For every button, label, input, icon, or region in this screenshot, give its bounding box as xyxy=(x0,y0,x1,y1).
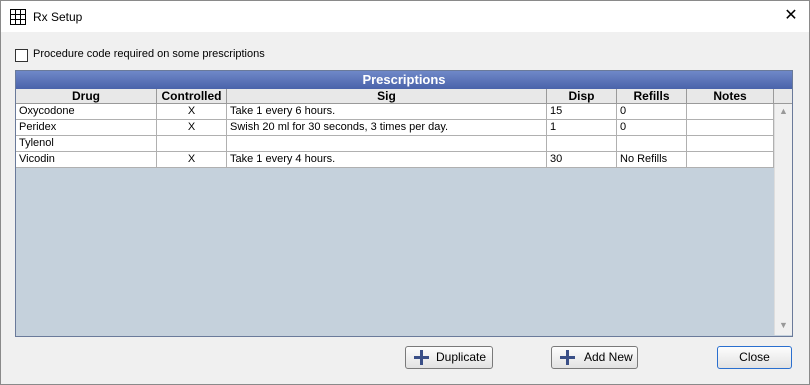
cell-drug[interactable]: Vicodin xyxy=(16,152,157,167)
vertical-scrollbar[interactable]: ▲ ▼ xyxy=(774,104,792,335)
cell-notes[interactable] xyxy=(687,120,774,135)
column-header-controlled[interactable]: Controlled xyxy=(157,89,227,103)
cell-drug[interactable]: Peridex xyxy=(16,120,157,135)
cell-notes[interactable] xyxy=(687,136,774,151)
cell-refills[interactable]: 0 xyxy=(617,120,687,135)
cell-sig[interactable]: Swish 20 ml for 30 seconds, 3 times per … xyxy=(227,120,547,135)
title-bar: Rx Setup ✕ xyxy=(1,1,809,32)
cell-refills[interactable]: 0 xyxy=(617,104,687,119)
cell-refills[interactable]: No Refills xyxy=(617,152,687,167)
cell-sig[interactable]: Take 1 every 4 hours. xyxy=(227,152,547,167)
column-header-sig[interactable]: Sig xyxy=(227,89,547,103)
column-header-notes[interactable]: Notes xyxy=(687,89,774,103)
cell-disp[interactable]: 30 xyxy=(547,152,617,167)
window-title: Rx Setup xyxy=(33,10,83,24)
column-header-disp[interactable]: Disp xyxy=(547,89,617,103)
table-row[interactable]: Vicodin X Take 1 every 4 hours. 30 No Re… xyxy=(16,152,774,168)
cell-controlled[interactable]: X xyxy=(157,120,227,135)
table-row[interactable]: Oxycodone X Take 1 every 6 hours. 15 0 xyxy=(16,104,774,120)
column-header-refills[interactable]: Refills xyxy=(617,89,687,103)
cell-notes[interactable] xyxy=(687,104,774,119)
column-header-drug[interactable]: Drug xyxy=(16,89,157,103)
cell-drug[interactable]: Oxycodone xyxy=(16,104,157,119)
close-button[interactable]: Close xyxy=(717,346,792,369)
cell-controlled[interactable]: X xyxy=(157,152,227,167)
scroll-down-icon[interactable]: ▼ xyxy=(779,320,788,330)
cell-sig[interactable] xyxy=(227,136,547,151)
close-button-label: Close xyxy=(739,350,770,364)
rx-setup-window: Rx Setup ✕ Procedure code required on so… xyxy=(0,0,810,385)
prescriptions-grid: Prescriptions Drug Controlled Sig Disp R… xyxy=(15,70,793,337)
grid-header: Drug Controlled Sig Disp Refills Notes xyxy=(16,89,792,104)
cell-refills[interactable] xyxy=(617,136,687,151)
duplicate-button-label: Duplicate xyxy=(436,350,487,364)
cell-controlled[interactable] xyxy=(157,136,227,151)
plus-icon xyxy=(560,350,575,365)
add-new-button-label: Add New xyxy=(584,350,633,364)
cell-drug[interactable]: Tylenol xyxy=(16,136,157,151)
cell-notes[interactable] xyxy=(687,152,774,167)
plus-icon xyxy=(414,350,429,365)
duplicate-button[interactable]: Duplicate xyxy=(405,346,493,369)
cell-sig[interactable]: Take 1 every 6 hours. xyxy=(227,104,547,119)
add-new-button[interactable]: Add New xyxy=(551,346,638,369)
scroll-up-icon[interactable]: ▲ xyxy=(779,106,788,116)
procedure-code-checkbox[interactable] xyxy=(15,49,28,62)
table-row[interactable]: Peridex X Swish 20 ml for 30 seconds, 3 … xyxy=(16,120,774,136)
table-row[interactable]: Tylenol xyxy=(16,136,774,152)
grid-title: Prescriptions xyxy=(16,71,792,89)
cell-disp[interactable]: 1 xyxy=(547,120,617,135)
cell-disp[interactable]: 15 xyxy=(547,104,617,119)
procedure-code-label: Procedure code required on some prescrip… xyxy=(33,48,265,60)
grid-icon xyxy=(10,9,26,25)
cell-controlled[interactable]: X xyxy=(157,104,227,119)
close-icon[interactable]: ✕ xyxy=(777,5,805,27)
cell-disp[interactable] xyxy=(547,136,617,151)
